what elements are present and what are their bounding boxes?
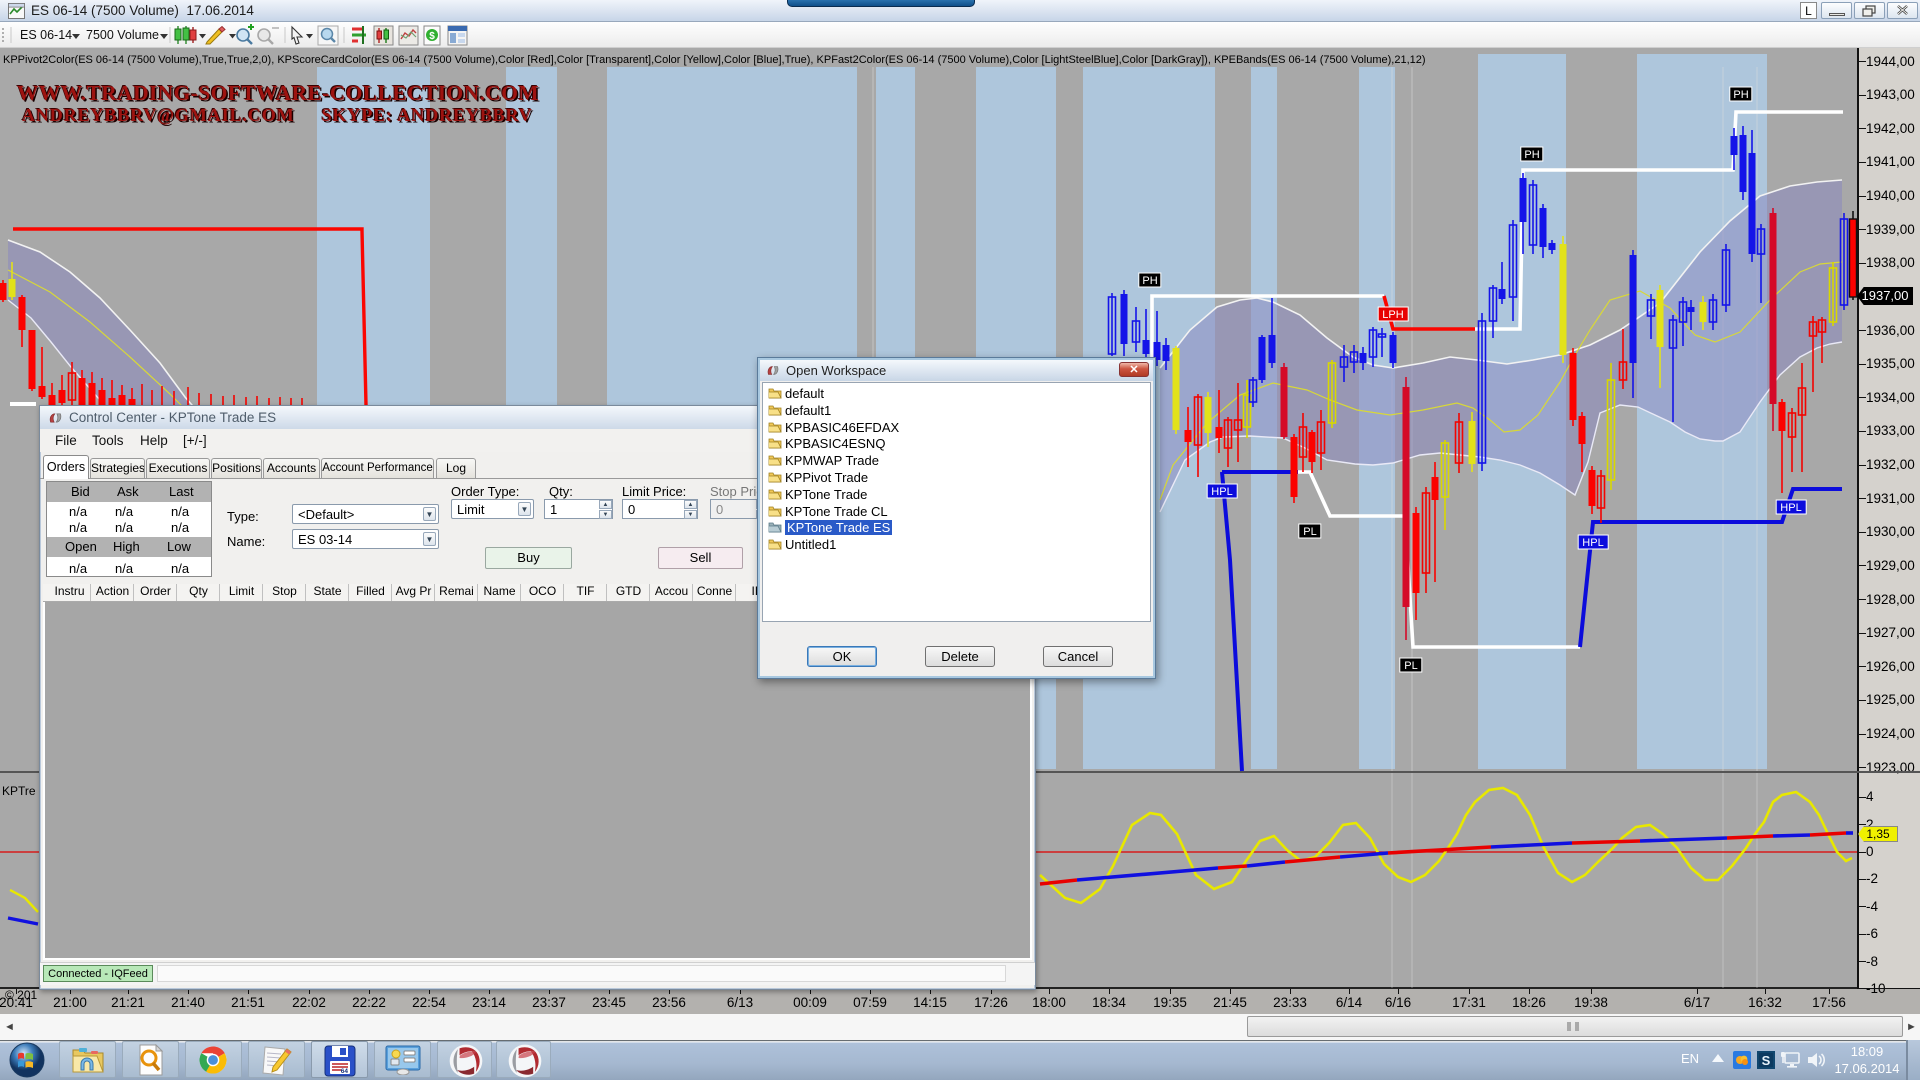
svg-text:64: 64 [341,1068,349,1075]
svg-text:S: S [1762,1053,1771,1068]
svg-text:PH: PH [1142,275,1157,287]
svg-text:HPL: HPL [1211,486,1232,498]
svg-text:PH: PH [1733,89,1748,101]
svg-text:HPL: HPL [1582,537,1603,549]
svg-text:PH: PH [1524,149,1539,161]
svg-text:7500 Volume: 7500 Volume [86,28,159,42]
svg-text:LPH: LPH [1382,309,1403,321]
svg-text:HPL: HPL [1780,502,1801,514]
svg-text:ES 06-14: ES 06-14 [20,28,72,42]
svg-text:$: $ [429,31,435,42]
svg-text:PL: PL [1303,526,1316,538]
svg-text:PL: PL [1404,660,1417,672]
